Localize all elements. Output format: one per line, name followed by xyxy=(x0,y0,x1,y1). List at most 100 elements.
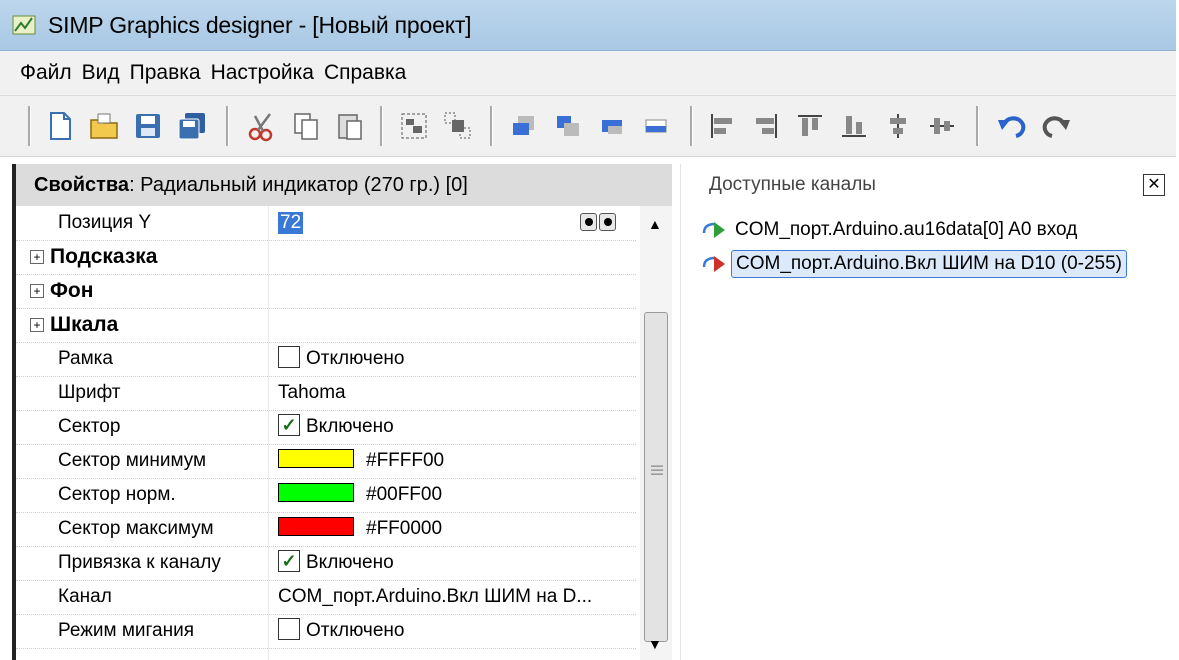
decrement-button[interactable] xyxy=(580,213,597,231)
scroll-up-icon[interactable]: ▲ xyxy=(648,216,662,232)
menu-help[interactable]: Справка xyxy=(324,61,406,85)
property-row-bind[interactable]: Привязка к каналу ✓ Включено xyxy=(16,546,636,581)
sector-value: Включено xyxy=(306,416,394,437)
toolbar-separator xyxy=(226,106,229,146)
channels-header: Доступные каналы xyxy=(681,164,1177,206)
spin-buttons xyxy=(580,213,616,233)
cut-icon[interactable] xyxy=(246,110,278,142)
menu-view[interactable]: Вид xyxy=(82,61,120,85)
properties-panel: Свойства : Радиальный индикатор (270 гр.… xyxy=(12,164,672,660)
pos-y-value[interactable]: 72 xyxy=(278,212,304,234)
center-horizontal-icon[interactable] xyxy=(882,110,914,142)
open-folder-icon[interactable] xyxy=(88,110,120,142)
group-name: Шкала xyxy=(50,313,119,336)
toolbar-separator xyxy=(490,106,493,146)
menu-bar: Файл Вид Правка Настройка Справка xyxy=(0,51,1176,95)
ungroup-icon[interactable] xyxy=(442,110,474,142)
property-name: Сектор xyxy=(58,416,121,437)
property-name: Привязка к каналу xyxy=(58,552,221,573)
expand-icon[interactable]: + xyxy=(30,318,44,332)
input-channel-icon xyxy=(702,222,725,238)
bring-to-front-icon[interactable] xyxy=(508,110,540,142)
group-name: Подсказка xyxy=(50,245,158,268)
new-file-icon[interactable] xyxy=(44,110,76,142)
menu-settings[interactable]: Настройка xyxy=(211,61,314,85)
property-name: Канал xyxy=(58,586,112,607)
property-row-frame[interactable]: Рамка Отключено xyxy=(16,342,636,377)
property-name: Позиция Y xyxy=(58,212,152,233)
property-row-pos-y[interactable]: Позиция Y 72 xyxy=(16,206,636,241)
increment-button[interactable] xyxy=(599,213,616,231)
property-name: Сектор минимум xyxy=(58,450,207,471)
property-row-sector[interactable]: Сектор ✓ Включено xyxy=(16,410,636,445)
property-value: #00FF00 xyxy=(278,478,442,512)
property-row-sector-min[interactable]: Сектор минимум #FFFF00 xyxy=(16,444,636,479)
properties-header-label: Свойства xyxy=(34,173,130,196)
blink-value: Отключено xyxy=(306,620,405,641)
properties-scrollbar[interactable]: ▲ — — — ▼ xyxy=(640,206,672,660)
align-right-icon[interactable] xyxy=(750,110,782,142)
channel-value[interactable]: COM_порт.Arduino.Вкл ШИМ на D... xyxy=(278,580,592,614)
menu-file[interactable]: Файл xyxy=(20,61,72,85)
align-left-icon[interactable] xyxy=(706,110,738,142)
toolbar-separator xyxy=(690,106,693,146)
sector-max-value: #FF0000 xyxy=(366,518,443,539)
property-name: Сектор максимум xyxy=(58,518,214,539)
property-name: Рамка xyxy=(58,348,113,369)
color-swatch[interactable] xyxy=(278,449,354,469)
group-name: Фон xyxy=(50,279,94,302)
center-vertical-icon[interactable] xyxy=(926,110,958,142)
toolbar-separator xyxy=(380,106,383,146)
property-group-hint[interactable]: + Подсказка xyxy=(16,240,636,275)
scroll-down-icon[interactable]: ▼ xyxy=(648,636,662,652)
expand-icon[interactable]: + xyxy=(30,284,44,298)
send-to-back-icon[interactable] xyxy=(552,110,584,142)
align-top-icon[interactable] xyxy=(794,110,826,142)
property-value: ✓ Включено xyxy=(278,410,394,444)
expand-icon[interactable]: + xyxy=(30,250,44,264)
properties-header: Свойства : Радиальный индикатор (270 гр.… xyxy=(16,164,672,206)
app-window: SIMP Graphics designer - [Новый проект] … xyxy=(0,0,1177,660)
property-row-font[interactable]: Шрифт Tahoma xyxy=(16,376,636,411)
color-swatch[interactable] xyxy=(278,483,354,503)
send-backward-icon[interactable] xyxy=(640,110,672,142)
copy-icon[interactable] xyxy=(290,110,322,142)
menu-edit[interactable]: Правка xyxy=(130,61,201,85)
redo-icon[interactable] xyxy=(1040,110,1072,142)
property-value: Отключено xyxy=(278,342,404,376)
property-row-blink[interactable]: Режим мигания Отключено xyxy=(16,614,636,649)
grip-icon: — — — xyxy=(651,458,663,480)
property-group-background[interactable]: + Фон xyxy=(16,274,636,309)
property-row-channel[interactable]: Канал COM_порт.Arduino.Вкл ШИМ на D... xyxy=(16,580,636,615)
property-row-sector-max[interactable]: Сектор максимум #FF0000 xyxy=(16,512,636,547)
frame-checkbox[interactable] xyxy=(278,345,300,368)
close-icon[interactable]: ✕ xyxy=(1143,174,1165,196)
property-row-sector-norm[interactable]: Сектор норм. #00FF00 xyxy=(16,478,636,513)
sector-checkbox[interactable]: ✓ xyxy=(278,413,300,436)
save-icon[interactable] xyxy=(132,110,164,142)
undo-icon[interactable] xyxy=(996,110,1028,142)
toolbar-separator xyxy=(976,106,979,146)
channel-item-selected[interactable]: COM_порт.Arduino.Вкл ШИМ на D10 (0-255) xyxy=(701,248,1128,280)
blink-checkbox[interactable] xyxy=(278,617,300,640)
scrollbar-thumb[interactable]: — — — xyxy=(644,312,668,642)
property-name: Режим мигания xyxy=(58,620,195,641)
color-swatch[interactable] xyxy=(278,517,354,537)
channel-label: COM_порт.Arduino.au16data[0] A0 вход xyxy=(735,219,1078,240)
channel-item[interactable]: COM_порт.Arduino.au16data[0] A0 вход xyxy=(701,214,1081,246)
bind-checkbox[interactable]: ✓ xyxy=(278,549,300,572)
paste-icon[interactable] xyxy=(334,110,366,142)
property-value-input[interactable]: 72 xyxy=(278,206,304,240)
channels-panel: Доступные каналы ✕ COM_порт.Arduino.au16… xyxy=(680,164,1177,660)
toolbar-separator xyxy=(28,106,31,146)
bring-forward-icon[interactable] xyxy=(596,110,628,142)
property-value: Отключено xyxy=(278,614,404,648)
save-all-icon[interactable] xyxy=(176,110,208,142)
app-icon xyxy=(12,15,36,35)
group-icon[interactable] xyxy=(398,110,430,142)
property-group-scale[interactable]: + Шкала xyxy=(16,308,636,343)
channel-label: COM_порт.Arduino.Вкл ШИМ на D10 (0-255) xyxy=(731,250,1128,278)
property-value: ✓ Включено xyxy=(278,546,394,580)
align-bottom-icon[interactable] xyxy=(838,110,870,142)
font-value[interactable]: Tahoma xyxy=(278,376,346,410)
